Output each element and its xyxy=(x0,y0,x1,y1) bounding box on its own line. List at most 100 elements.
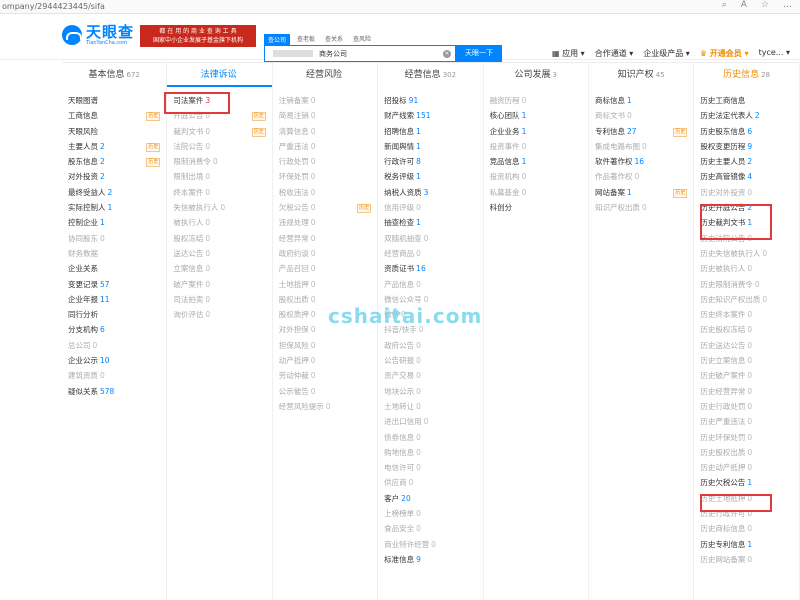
list-item[interactable]: 产品信息 0 xyxy=(378,277,482,292)
list-item[interactable]: 信用评级 0 xyxy=(378,200,482,215)
list-item[interactable]: 历史法定代表人 2 xyxy=(694,108,798,123)
list-item[interactable]: 抽查检查 1 xyxy=(378,215,482,230)
list-item[interactable]: 劳动仲裁 0 xyxy=(273,368,377,383)
list-item[interactable]: 担保风险 0 xyxy=(273,338,377,353)
list-item[interactable]: 集成电路布图 0 xyxy=(589,139,693,154)
list-item[interactable]: 被执行人 0 xyxy=(167,215,271,230)
list-item[interactable]: 失信被执行人 0 xyxy=(167,200,271,215)
promo-banner[interactable]: 都 在 用 的 商 业 查 询 工 具 国家中小企业发展子基金旗下机构 xyxy=(140,25,256,47)
list-item[interactable]: 标准信息 9 xyxy=(378,552,482,567)
list-item[interactable]: 控制企业 1 xyxy=(62,215,166,230)
list-item[interactable]: 软件著作权 16 xyxy=(589,154,693,169)
list-item[interactable]: 科创分 xyxy=(484,200,588,215)
search-input[interactable]: 商务公司 × xyxy=(264,45,456,62)
history-badge[interactable]: 历史 xyxy=(146,112,161,122)
history-badge[interactable]: 历史 xyxy=(251,112,266,122)
list-item[interactable]: 资产交易 0 xyxy=(378,368,482,383)
list-item[interactable]: 公告研报 0 xyxy=(378,353,482,368)
list-item[interactable]: 经营风险提示 0 xyxy=(273,399,377,414)
list-item[interactable]: 经营异常 0 xyxy=(273,231,377,246)
list-item[interactable]: 商业特许经营 0 xyxy=(378,537,482,552)
list-item[interactable]: 历史欠税公告 1 xyxy=(694,475,798,490)
list-item[interactable]: 司法拍卖 0 xyxy=(167,292,271,307)
list-item[interactable]: 作品著作权 0 xyxy=(589,169,693,184)
list-item[interactable]: 食品安全 0 xyxy=(378,521,482,536)
list-item[interactable]: 新闻舆情 1 xyxy=(378,139,482,154)
list-item[interactable]: 主要人员 2 历史 xyxy=(62,139,166,154)
list-item[interactable]: 行政许可 8 xyxy=(378,154,482,169)
list-item[interactable]: 上榜榜单 0 xyxy=(378,506,482,521)
list-item[interactable]: 历史环保处罚 0 xyxy=(694,430,798,445)
list-item[interactable]: 历史失信被执行人 0 xyxy=(694,246,798,261)
list-item[interactable]: 注销备案 0 xyxy=(273,93,377,108)
history-badge[interactable]: 历史 xyxy=(357,204,372,214)
list-item[interactable]: 核心团队 1 xyxy=(484,108,588,123)
list-item[interactable]: 历史送达公告 0 xyxy=(694,338,798,353)
logo[interactable]: 天眼查 TianYanCha.com xyxy=(62,24,134,46)
list-item[interactable]: 历史严重违法 0 xyxy=(694,414,798,429)
list-item[interactable]: 私募基金 0 xyxy=(484,185,588,200)
list-item[interactable]: 企业业务 1 xyxy=(484,124,588,139)
list-item[interactable]: 同行分析 xyxy=(62,307,166,322)
list-item[interactable]: 供应商 0 xyxy=(378,475,482,490)
nav-apps[interactable]: ▦ 应用 ▾ xyxy=(552,48,585,59)
list-item[interactable]: 土地抵押 0 xyxy=(273,277,377,292)
list-item[interactable]: 历史专利信息 1 xyxy=(694,537,798,552)
list-item[interactable]: 破产案件 0 xyxy=(167,277,271,292)
nav-vip[interactable]: ♛ 开通会员 ▾ xyxy=(700,48,749,59)
list-item[interactable]: 历史股权出质 0 xyxy=(694,445,798,460)
list-item[interactable]: 股东信息 2 历史 xyxy=(62,154,166,169)
list-item[interactable]: 投资机构 0 xyxy=(484,169,588,184)
list-item[interactable]: 立案信息 0 xyxy=(167,261,271,276)
list-item[interactable]: 税务评级 1 xyxy=(378,169,482,184)
list-item[interactable]: 裁判文书 0 历史 xyxy=(167,124,271,139)
column-header[interactable]: 公司发展 3 xyxy=(484,63,588,87)
column-header[interactable]: 基本信息 672 xyxy=(62,63,166,87)
reader-icon[interactable]: A xyxy=(741,0,747,10)
list-item[interactable]: 天眼图谱 xyxy=(62,93,166,108)
list-item[interactable]: 变更记录 57 xyxy=(62,277,166,292)
list-item[interactable]: 历史对外投资 0 xyxy=(694,185,798,200)
list-item[interactable]: 招投标 91 xyxy=(378,93,482,108)
list-item[interactable]: 历史工商信息 xyxy=(694,93,798,108)
list-item[interactable]: 股权变更历程 9 xyxy=(694,139,798,154)
column-header[interactable]: 法律诉讼 xyxy=(167,63,272,87)
column-header[interactable]: 经营信息 302 xyxy=(378,63,482,87)
list-item[interactable]: 历史限制消费令 0 xyxy=(694,277,798,292)
list-item[interactable]: 政府约谈 0 xyxy=(273,246,377,261)
list-item[interactable]: 实际控制人 1 xyxy=(62,200,166,215)
address-bar[interactable]: ompany/2944423445/sifa ⌕ A ☆ … xyxy=(0,0,800,14)
list-item[interactable]: 总公司 0 xyxy=(62,338,166,353)
list-item[interactable]: 企业关系 xyxy=(62,261,166,276)
list-item[interactable]: 清算信息 0 xyxy=(273,124,377,139)
list-item[interactable]: 公示催告 0 xyxy=(273,384,377,399)
search-tab-boss[interactable]: 查老板 xyxy=(294,34,318,45)
list-item[interactable]: 行政处罚 0 xyxy=(273,154,377,169)
list-item[interactable]: 债券信息 0 xyxy=(378,430,482,445)
list-item[interactable]: 送达公告 0 xyxy=(167,246,271,261)
list-item[interactable]: 竞品信息 1 xyxy=(484,154,588,169)
list-item[interactable]: 最终受益人 2 xyxy=(62,185,166,200)
history-badge[interactable]: 历史 xyxy=(146,142,161,152)
list-item[interactable]: 询价评估 0 xyxy=(167,307,271,322)
list-item[interactable]: 商标文书 0 xyxy=(589,108,693,123)
more-icon[interactable]: … xyxy=(783,0,792,10)
list-item[interactable]: 违规处理 0 xyxy=(273,215,377,230)
search-icon[interactable]: ⌕ xyxy=(722,0,727,10)
list-item[interactable]: 专利信息 27 历史 xyxy=(589,124,693,139)
favorite-icon[interactable]: ☆ xyxy=(761,0,769,10)
list-item[interactable]: 经营商品 0 xyxy=(378,246,482,261)
list-item[interactable]: 资质证书 16 xyxy=(378,261,482,276)
list-item[interactable]: 招聘信息 1 xyxy=(378,124,482,139)
list-item[interactable]: 历史股东信息 6 xyxy=(694,124,798,139)
list-item[interactable]: 法院公告 0 xyxy=(167,139,271,154)
list-item[interactable]: 建筑资质 0 xyxy=(62,368,166,383)
column-header[interactable]: 历史信息 28 xyxy=(694,63,798,87)
list-item[interactable]: 疑似关系 578 xyxy=(62,384,166,399)
list-item[interactable]: 税收违法 0 xyxy=(273,185,377,200)
list-item[interactable]: 协同股东 0 xyxy=(62,231,166,246)
list-item[interactable]: 融资历程 0 xyxy=(484,93,588,108)
list-item[interactable]: 产品召回 0 xyxy=(273,261,377,276)
column-header[interactable]: 知识产权 45 xyxy=(589,63,693,87)
list-item[interactable]: 地块公示 0 xyxy=(378,384,482,399)
